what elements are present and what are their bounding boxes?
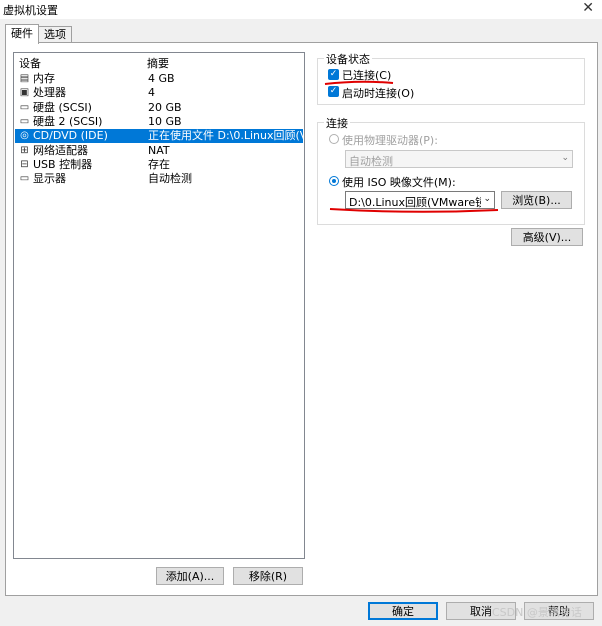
annotation-underline <box>329 208 499 213</box>
device-summary: NAT <box>148 143 170 157</box>
device-row[interactable]: ▭ 硬盘 (SCSI) 20 GB <box>15 101 303 115</box>
device-status-label: 设备状态 <box>324 51 372 67</box>
connection-label: 连接 <box>324 115 350 131</box>
device-summary: 4 <box>148 86 155 100</box>
device-name: CD/DVD (IDE) <box>33 129 108 143</box>
chevron-down-icon: ⌄ <box>561 153 569 163</box>
device-summary: 10 GB <box>148 114 182 128</box>
iso-image-label[interactable]: 使用 ISO 映像文件(M): <box>342 174 456 190</box>
device-summary: 4 GB <box>148 72 175 85</box>
usb-icon: ⊟ <box>20 158 29 170</box>
device-row[interactable]: ▭ 显示器 自动检测 <box>15 172 303 186</box>
browse-button[interactable]: 浏览(B)... <box>501 191 572 209</box>
chevron-down-icon: ⌄ <box>483 194 491 204</box>
column-header-device[interactable]: 设备 <box>19 55 41 71</box>
title-bar: 虚拟机设置 ✕ <box>0 0 602 19</box>
ok-button[interactable]: 确定 <box>368 602 438 620</box>
processor-icon: ▣ <box>19 87 30 99</box>
device-name: 处理器 <box>33 86 66 100</box>
device-summary: 正在使用文件 D:\0.Linux回顾(V... <box>148 129 303 143</box>
tab-hardware[interactable]: 硬件 <box>5 24 39 44</box>
device-name: 硬盘 2 (SCSI) <box>33 114 103 128</box>
device-row[interactable]: ⊞ 网络适配器 NAT <box>15 144 303 158</box>
window-title: 虚拟机设置 <box>3 4 58 17</box>
device-name: USB 控制器 <box>33 157 93 171</box>
network-icon: ⊞ <box>20 144 29 156</box>
device-name: 硬盘 (SCSI) <box>33 100 92 114</box>
add-button[interactable]: 添加(A)... <box>156 567 224 585</box>
device-row[interactable]: ▭ 硬盘 2 (SCSI) 10 GB <box>15 115 303 129</box>
disk-icon: ▭ <box>19 115 30 127</box>
iso-image-radio[interactable] <box>329 176 339 186</box>
disk-icon: ▭ <box>19 101 30 113</box>
memory-icon: ▤ <box>19 73 30 84</box>
device-list[interactable]: 设备 摘要 ▤ 内存 4 GB ▣ 处理器 4 ▭ 硬盘 (SCSI) 20 GB ▭ 硬盘 2 (… <box>13 52 305 559</box>
device-list-header: 设备 摘要 <box>14 53 304 71</box>
device-name: 网络适配器 <box>33 143 88 157</box>
device-name: 显示器 <box>33 172 66 186</box>
physical-drive-select-value: 自动检测 <box>349 155 393 168</box>
device-summary: 存在 <box>148 157 170 171</box>
cd-icon: ◎ <box>20 130 29 142</box>
connect-at-power-on-checkbox[interactable]: ✓ <box>328 86 339 97</box>
device-row[interactable]: ▣ 处理器 4 <box>15 86 303 100</box>
device-summary: 20 GB <box>148 100 182 114</box>
column-header-summary[interactable]: 摘要 <box>147 55 169 71</box>
device-row[interactable]: ⊟ USB 控制器 存在 <box>15 158 303 172</box>
advanced-button[interactable]: 高级(V)... <box>511 228 583 246</box>
remove-button[interactable]: 移除(R) <box>233 567 303 585</box>
device-row[interactable]: ▤ 内存 4 GB <box>15 72 303 86</box>
device-row[interactable]: ◎ CD/DVD (IDE) 正在使用文件 D:\0.Linux回顾(V... <box>15 129 303 144</box>
physical-drive-select[interactable]: 自动检测 ⌄ <box>345 150 573 168</box>
device-name: 内存 <box>33 72 55 85</box>
device-summary: 自动检测 <box>148 172 192 186</box>
physical-drive-label[interactable]: 使用物理驱动器(P): <box>342 132 438 148</box>
close-icon[interactable]: ✕ <box>582 0 594 16</box>
watermark: CSDN @景黑神话 <box>492 606 582 619</box>
display-icon: ▭ <box>19 173 30 185</box>
physical-drive-radio[interactable] <box>329 134 339 144</box>
connect-at-power-on-label[interactable]: 启动时连接(O) <box>342 85 414 101</box>
tab-options[interactable]: 选项 <box>38 26 72 43</box>
